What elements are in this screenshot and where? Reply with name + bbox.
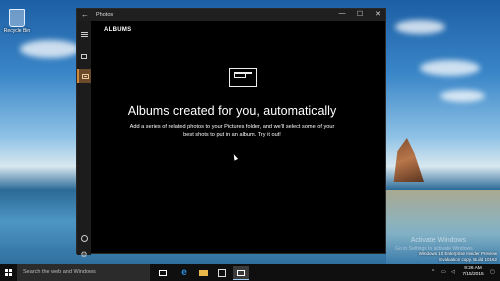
task-view-icon — [159, 269, 167, 276]
task-view-button[interactable] — [157, 267, 169, 278]
search-placeholder: Search the web and Windows — [23, 269, 96, 275]
volume-icon[interactable]: ◁ — [451, 269, 455, 275]
sidebar-item-settings[interactable]: ⚙ — [77, 248, 91, 262]
menu-button[interactable] — [77, 27, 91, 41]
search-box[interactable]: Search the web and Windows — [17, 264, 150, 281]
album-placeholder-icon — [229, 68, 257, 87]
hamburger-icon — [80, 31, 88, 37]
store-icon — [218, 268, 226, 277]
minimize-button[interactable]: — — [335, 10, 349, 17]
sidebar-item-account[interactable] — [77, 231, 91, 245]
maximize-button[interactable]: ☐ — [353, 10, 367, 18]
close-button[interactable]: ✕ — [371, 10, 385, 18]
file-explorer-button[interactable] — [197, 267, 209, 278]
collection-icon — [81, 53, 87, 59]
album-icon — [81, 73, 89, 79]
start-button[interactable] — [0, 264, 17, 281]
edge-icon[interactable]: e — [178, 267, 190, 278]
sidebar: ⚙ — [77, 21, 91, 259]
taskbar: Search the web and Windows e ^ ▭ ◁ 9:26 … — [0, 264, 500, 281]
cloud — [420, 60, 480, 76]
notifications-icon[interactable]: ▢ — [490, 269, 495, 275]
clock[interactable]: 9:26 AM 7/15/2015 — [460, 266, 486, 278]
activate-windows-watermark: Activate Windows — [410, 237, 466, 244]
sidebar-item-albums[interactable] — [77, 69, 91, 83]
folder-icon — [198, 269, 208, 276]
sea-rock — [393, 138, 424, 182]
recycle-bin-label: Recycle Bin — [3, 28, 31, 34]
store-button[interactable] — [216, 267, 228, 278]
photos-icon — [237, 269, 245, 276]
tray-chevron-icon[interactable]: ^ — [432, 269, 434, 275]
cloud — [20, 40, 80, 58]
build-info-line1: Windows 10 Enterprise Insider Preview — [418, 251, 497, 256]
cloud — [395, 20, 445, 34]
windows-logo-icon — [5, 269, 12, 276]
empty-state-headline: Albums created for you, automatically — [127, 104, 337, 118]
mouse-pointer — [231, 153, 239, 161]
build-info-line2: Evaluation copy. Build 10162 — [439, 257, 497, 262]
photos-window: ← Photos — ☐ ✕ ⚙ ALBUMS Albums created f… — [76, 8, 386, 259]
network-icon[interactable]: ▭ — [441, 269, 446, 275]
clock-date: 7/15/2015 — [462, 272, 484, 277]
recycle-bin-icon — [9, 9, 25, 27]
empty-state-description: Add a series of related photos to your P… — [129, 124, 335, 138]
account-icon — [80, 234, 88, 242]
back-arrow-icon[interactable]: ← — [81, 10, 89, 19]
gear-icon: ⚙ — [80, 250, 88, 259]
page-title: ALBUMS — [104, 27, 132, 33]
photos-taskbar-button[interactable] — [233, 266, 249, 280]
sidebar-item-collection[interactable] — [77, 49, 91, 63]
recycle-bin[interactable]: Recycle Bin — [3, 9, 31, 34]
window-title: Photos — [96, 11, 114, 18]
title-bar[interactable]: ← Photos — ☐ ✕ — [77, 9, 385, 21]
album-icon-inner — [234, 73, 246, 78]
cloud — [440, 90, 485, 102]
